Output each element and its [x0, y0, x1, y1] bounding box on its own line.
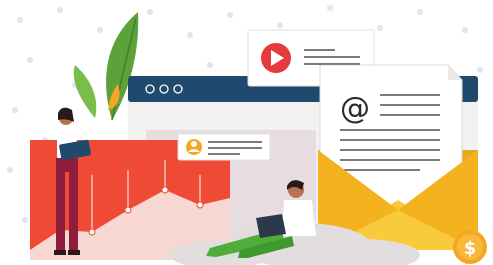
dollar-coin-icon: $: [453, 230, 487, 264]
user-card: [177, 133, 271, 161]
user-avatar-icon: [186, 139, 202, 155]
play-icon: [261, 43, 291, 73]
svg-text:$: $: [464, 238, 477, 259]
at-sign-icon: @: [340, 91, 370, 126]
envelope: @: [318, 64, 478, 250]
laptop: [256, 214, 286, 238]
svg-text:@: @: [340, 91, 370, 126]
marketing-illustration: @ $: [7, 5, 487, 265]
